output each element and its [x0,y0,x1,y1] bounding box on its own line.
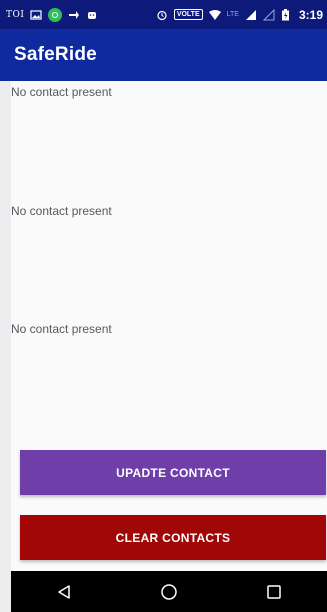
left-edge-shade [0,0,11,612]
wifi-icon [208,9,221,21]
clear-contacts-button[interactable]: CLEAR CONTACTS [20,515,326,560]
app-screen: TOI VOLTE LTE 3:19 SafeRide No contact p… [0,0,327,612]
battery-icon [281,8,293,21]
contact-slot-2: No contact present [11,204,112,218]
back-icon[interactable] [44,577,84,607]
home-icon[interactable] [149,577,189,607]
status-bar: TOI VOLTE LTE 3:19 [0,0,327,29]
status-bar-right: VOLTE LTE 3:19 [156,8,327,22]
alarm-icon [156,9,168,21]
carrier-text: TOI [6,9,25,20]
volte-badge: VOLTE [173,9,203,20]
status-bar-left: TOI [0,7,98,22]
image-icon [30,9,43,21]
status-time: 3:19 [298,7,323,22]
update-contact-button[interactable]: UPADTE CONTACT [20,450,326,495]
app-circle-icon [48,7,63,22]
app-title: SafeRide [14,44,97,65]
signal-empty-icon [262,8,275,21]
contact-slot-1: No contact present [11,85,112,99]
navigation-arrow-icon [68,9,80,21]
contact-slot-3: No contact present [11,322,112,336]
signal-icon [245,9,257,21]
lte-label: LTE [226,11,239,18]
android-icon [86,9,98,21]
navigation-bar [11,571,327,612]
app-bar: SafeRide [0,29,327,81]
recents-icon[interactable] [254,577,294,607]
